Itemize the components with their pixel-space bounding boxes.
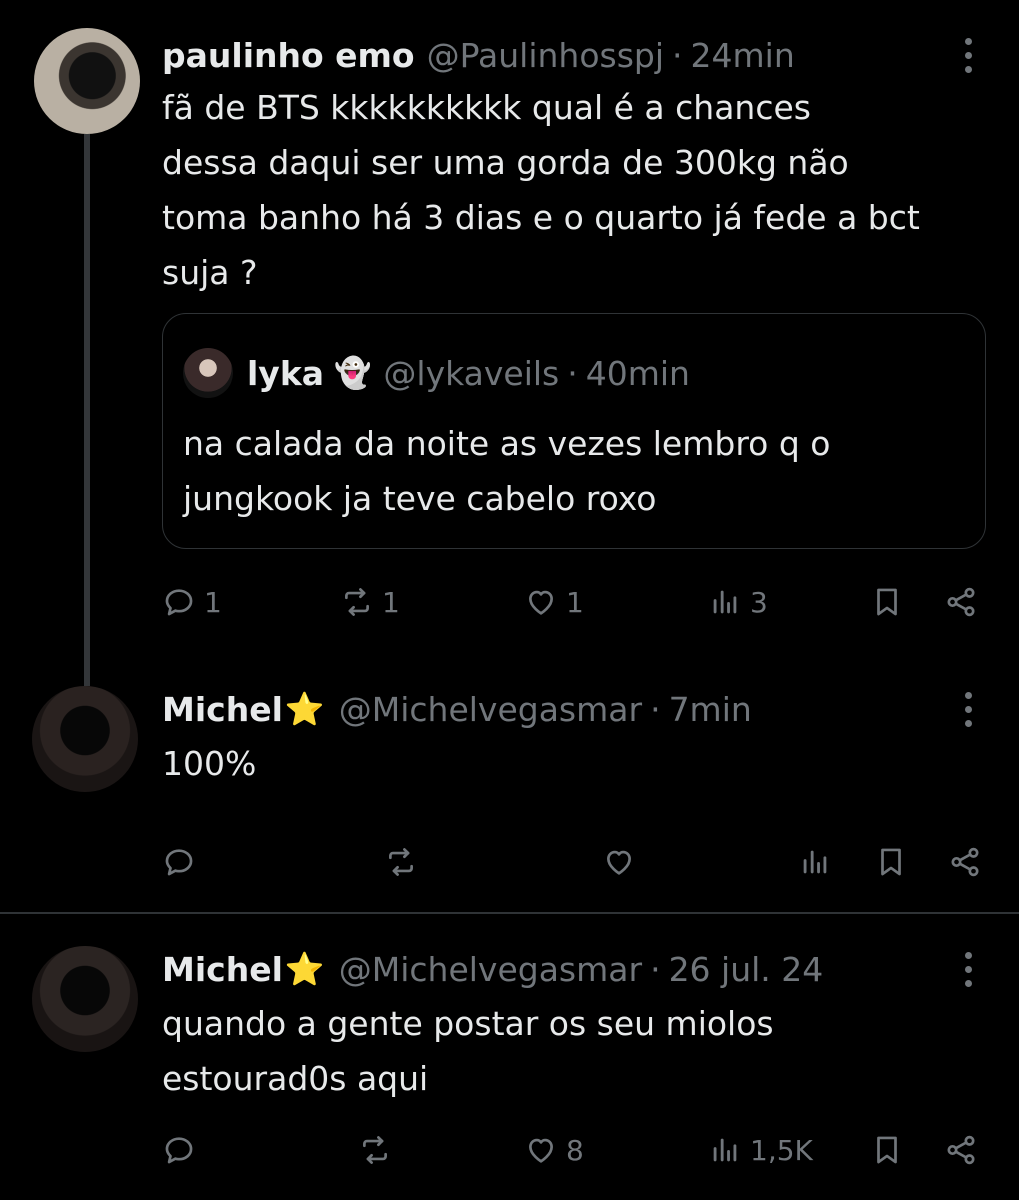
- star-emoji: ⭐: [284, 950, 325, 988]
- timestamp[interactable]: 26 jul. 24: [669, 950, 824, 989]
- tweet-text-line: estourad0s aqui: [162, 1059, 429, 1098]
- tweet-header: Michel ⭐ @Michelvegasmar · 26 jul. 24: [162, 944, 823, 994]
- action-bar: 8 1,5K: [162, 1130, 992, 1170]
- share-button[interactable]: [944, 1130, 978, 1170]
- share-icon: [944, 1133, 978, 1167]
- views-button[interactable]: 1,5K: [708, 1130, 813, 1170]
- separator-dot: ·: [650, 949, 661, 989]
- reply-button[interactable]: [162, 1130, 196, 1170]
- author-name[interactable]: Michel: [162, 950, 283, 989]
- author-handle[interactable]: @Michelvegasmar: [339, 950, 642, 989]
- reply-icon: [162, 1133, 196, 1167]
- bookmark-icon: [870, 1133, 904, 1167]
- like-icon: [524, 1133, 558, 1167]
- like-button[interactable]: 8: [524, 1130, 584, 1170]
- tweet-text: quando a gente postar os seu miolos esto…: [162, 996, 774, 1106]
- tweet-reply[interactable]: Michel ⭐ @Michelvegasmar · 26 jul. 24 qu…: [0, 0, 1019, 1200]
- avatar[interactable]: [32, 946, 138, 1052]
- views-count: 1,5K: [750, 1133, 813, 1167]
- views-icon: [708, 1133, 742, 1167]
- like-count: 8: [566, 1133, 584, 1167]
- repost-button[interactable]: [358, 1130, 392, 1170]
- bookmark-button[interactable]: [870, 1130, 904, 1170]
- tweet-text-line: quando a gente postar os seu miolos: [162, 1004, 774, 1043]
- more-icon[interactable]: [965, 952, 973, 987]
- repost-icon: [358, 1133, 392, 1167]
